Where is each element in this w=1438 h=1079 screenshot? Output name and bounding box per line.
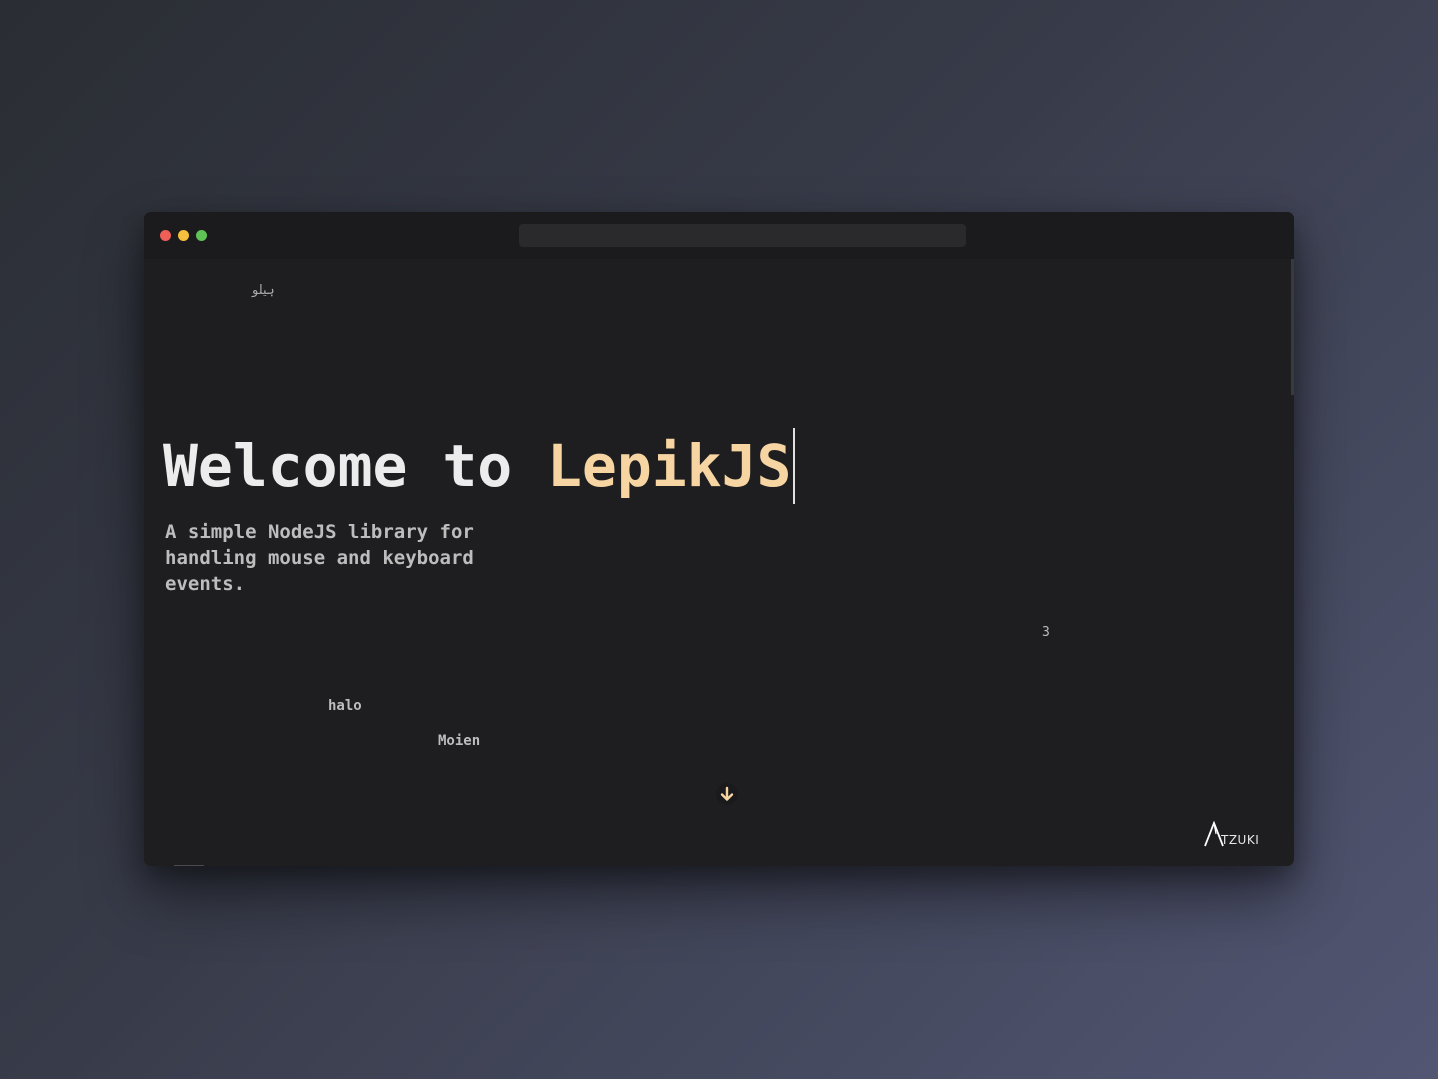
- minimize-window-button[interactable]: [178, 230, 189, 241]
- title-accent: LepikJS: [547, 432, 792, 500]
- page-content: ہیلو 3 Welcome to LepikJS A simple NodeJ…: [144, 259, 1294, 866]
- scrollbar-thumb[interactable]: [1291, 259, 1294, 395]
- title-bar: [144, 212, 1294, 259]
- title-prefix: Welcome to: [163, 432, 513, 500]
- logo-text: TZUKI: [1221, 833, 1260, 847]
- floating-word-hello-arabic: ہیلو: [252, 283, 275, 298]
- page-subtitle: A simple NodeJS library for handling mou…: [165, 521, 474, 595]
- arrow-down-icon: [720, 786, 734, 801]
- browser-window: ہیلو 3 Welcome to LepikJS A simple NodeJ…: [144, 212, 1294, 866]
- bottom-divider: [174, 865, 204, 866]
- floating-word-halo: halo: [328, 698, 362, 714]
- close-window-button[interactable]: [160, 230, 171, 241]
- floating-number: 3: [1042, 625, 1050, 640]
- scroll-down-button[interactable]: [716, 783, 738, 805]
- brand-logo[interactable]: TZUKI: [1204, 819, 1259, 847]
- address-bar[interactable]: [519, 224, 966, 247]
- text-caret: [793, 428, 796, 504]
- page-title: Welcome to LepikJS: [163, 428, 796, 504]
- maximize-window-button[interactable]: [196, 230, 207, 241]
- floating-word-moien: Moien: [438, 733, 481, 749]
